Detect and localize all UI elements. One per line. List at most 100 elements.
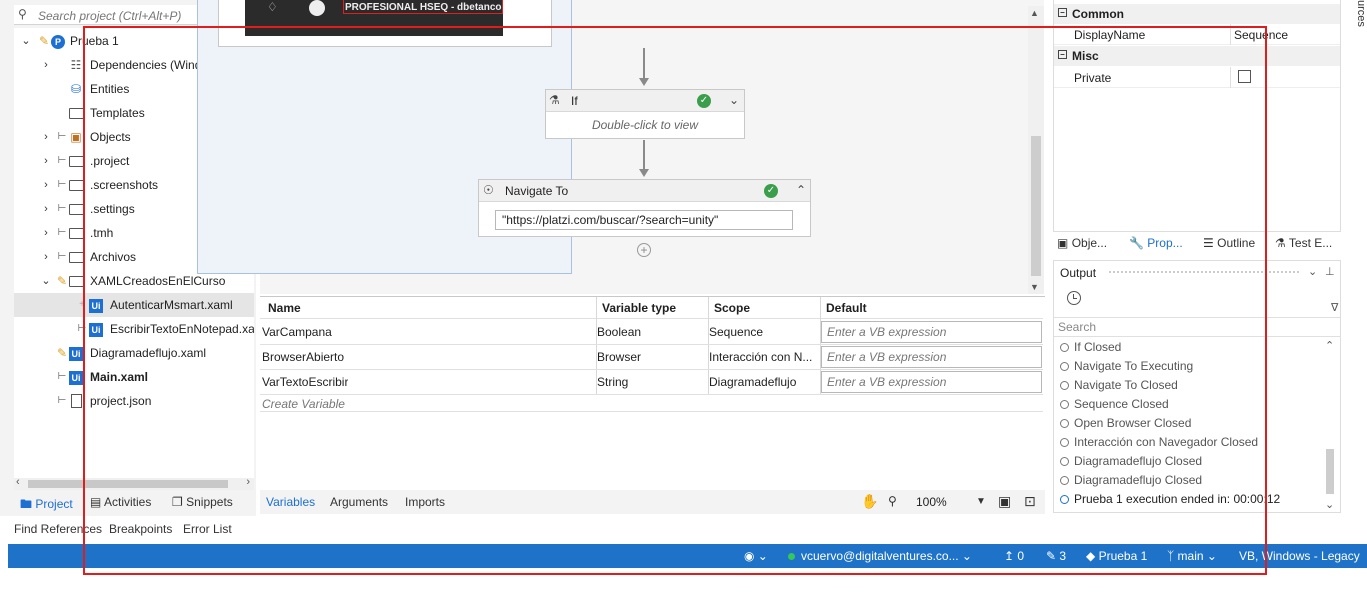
add-activity-icon[interactable]: + <box>637 243 651 257</box>
output-line[interactable]: Diagramadeflujo Closed <box>1060 454 1202 468</box>
tab-properties[interactable]: 🔧 Prop... <box>1129 236 1183 250</box>
tab-find-references[interactable]: Find References <box>14 522 102 536</box>
property-row-private[interactable]: Private <box>1054 67 1340 88</box>
navigate-url-input[interactable]: "https://platzi.com/buscar/?search=unity… <box>495 210 793 230</box>
variable-name[interactable]: VarTextoEscribir <box>262 375 348 389</box>
publish-status[interactable]: ↥ 0 <box>1004 549 1024 563</box>
column-header-type[interactable]: Variable type <box>602 301 676 315</box>
tab-breakpoints[interactable]: Breakpoints <box>109 522 172 536</box>
variable-row[interactable]: BrowserAbierto Browser Interacción con N… <box>260 345 1043 370</box>
chevron-right-icon[interactable]: › <box>40 221 52 245</box>
project-tree-scrollbar[interactable]: ‹ › <box>14 476 254 490</box>
collapse-icon[interactable]: – <box>1058 50 1067 59</box>
filter-icon[interactable]: ∇ <box>1331 301 1338 314</box>
fit-to-screen-icon[interactable]: ▣ <box>998 493 1011 510</box>
tree-item-autenticar[interactable]: + Ui AutenticarMsmart.xaml <box>14 293 254 317</box>
chevron-right-icon[interactable]: › <box>40 245 52 269</box>
pending-changes[interactable]: ✎ 3 <box>1046 549 1066 563</box>
output-scrollbar[interactable]: ⌃ ⌄ <box>1324 339 1336 511</box>
variable-type[interactable]: Browser <box>597 350 641 364</box>
displayname-input[interactable]: Sequence <box>1234 28 1288 42</box>
chevron-right-icon[interactable]: › <box>40 173 52 197</box>
output-line[interactable]: Navigate To Closed <box>1060 378 1178 392</box>
variable-name[interactable]: VarCampana <box>262 325 332 339</box>
chevron-down-icon[interactable]: ⌄ <box>1308 265 1317 278</box>
timestamp-toggle-icon[interactable] <box>1067 291 1081 305</box>
variable-scope[interactable]: Sequence <box>709 325 817 339</box>
variable-scope[interactable]: Diagramadeflujo <box>709 375 817 389</box>
output-line[interactable]: If Closed <box>1060 340 1121 354</box>
variable-default-input[interactable]: Enter a VB expression <box>821 346 1042 368</box>
collapse-icon[interactable]: ⌃ <box>796 183 806 197</box>
property-category-common[interactable]: – Common <box>1054 4 1340 24</box>
zoom-dropdown-icon[interactable]: ▼ <box>976 496 986 507</box>
output-line[interactable]: Navigate To Executing <box>1060 359 1193 373</box>
designer-scrollbar[interactable]: ▲ ▼ <box>1028 6 1044 294</box>
scrollbar-thumb[interactable] <box>28 480 228 488</box>
output-line[interactable]: Open Browser Closed <box>1060 416 1191 430</box>
tab-activities[interactable]: ▤ Activities <box>90 495 151 509</box>
tab-error-list[interactable]: Error List <box>183 522 232 536</box>
chevron-down-icon[interactable]: ⌄ <box>1325 498 1334 511</box>
panel-grip[interactable] <box>1109 271 1299 275</box>
tab-test-explorer[interactable]: ⚗ Test E... <box>1275 236 1332 250</box>
zoom-search-icon[interactable]: ⚲ <box>888 494 897 508</box>
property-row-displayname[interactable]: DisplayName Sequence <box>1054 24 1340 45</box>
branch-status[interactable]: ᛉ main ⌄ <box>1167 549 1217 563</box>
tab-snippets[interactable]: ❐ Snippets <box>172 495 233 509</box>
column-header-scope[interactable]: Scope <box>714 301 750 315</box>
chevron-right-icon[interactable]: › <box>40 125 52 149</box>
output-line[interactable]: Interacción con Navegador Closed <box>1060 435 1258 449</box>
project-status[interactable]: ◆ Prueba 1 <box>1086 549 1147 563</box>
if-activity[interactable]: ⚗ If ✓ ⌄ Double-click to view <box>545 89 745 139</box>
tree-item-escribirtexto[interactable]: ⊢ Ui EscribirTextoEnNotepad.xaml <box>14 317 254 341</box>
chevron-right-icon[interactable]: › <box>40 149 52 173</box>
collapse-icon[interactable]: – <box>1058 8 1067 17</box>
variable-row[interactable]: VarCampana Boolean Sequence Enter a VB e… <box>260 320 1043 345</box>
chevron-down-icon[interactable]: ⌄ <box>20 29 32 53</box>
variable-type[interactable]: String <box>597 375 628 389</box>
chevron-right-icon[interactable]: › <box>40 197 52 221</box>
scrollbar-thumb[interactable] <box>1031 136 1041 276</box>
variable-name[interactable]: BrowserAbierto <box>262 350 344 364</box>
column-header-default[interactable]: Default <box>826 301 867 315</box>
variable-row[interactable]: VarTextoEscribir String Diagramadeflujo … <box>260 370 1043 395</box>
property-category-misc[interactable]: – Misc <box>1054 46 1340 66</box>
tree-item-diagramadeflujo[interactable]: ✎ Ui Diagramadeflujo.xaml <box>14 341 254 365</box>
chevron-up-icon[interactable]: ⌃ <box>1325 339 1334 352</box>
overview-icon[interactable]: ⊡ <box>1024 493 1036 510</box>
language-status[interactable]: VB, Windows - Legacy <box>1239 549 1360 563</box>
tab-variables[interactable]: Variables <box>266 495 315 509</box>
scroll-down-icon[interactable]: ▼ <box>1030 282 1039 292</box>
column-header-name[interactable]: Name <box>268 301 301 315</box>
user-status[interactable]: vcuervo@digitalventures.co... ⌄ <box>788 549 972 563</box>
output-line[interactable]: Prueba 1 execution ended in: 00:00:12 <box>1060 492 1280 506</box>
tab-outline[interactable]: ☰ Outline <box>1203 236 1255 250</box>
scrollbar-thumb[interactable] <box>1326 449 1334 494</box>
chevron-right-icon[interactable]: › <box>246 476 250 488</box>
pin-icon[interactable]: ⊥ <box>1325 265 1335 278</box>
output-line[interactable]: Diagramadeflujo Closed <box>1060 473 1202 487</box>
output-line[interactable]: Sequence Closed <box>1060 397 1169 411</box>
output-search-input[interactable]: Search <box>1054 317 1340 337</box>
expand-icon[interactable]: ⌄ <box>729 93 739 107</box>
variable-scope[interactable]: Interacción con N... <box>709 350 817 364</box>
variable-type[interactable]: Boolean <box>597 325 641 339</box>
tree-item-main[interactable]: ⊢ Ui Main.xaml <box>14 365 254 389</box>
tab-object-repository[interactable]: ▣ Obje... <box>1057 236 1107 250</box>
tab-project[interactable]: 🖿 Project <box>20 495 73 516</box>
create-variable-link[interactable]: Create Variable <box>262 397 345 411</box>
resources-side-tab[interactable]: urces <box>1350 0 1367 40</box>
tab-imports[interactable]: Imports <box>405 495 445 509</box>
private-checkbox[interactable] <box>1238 70 1251 83</box>
navigate-to-activity[interactable]: ☉ Navigate To ✓ ⌃ "https://platzi.com/bu… <box>478 179 811 237</box>
robot-status-icon[interactable]: ◉ ⌄ <box>744 549 768 563</box>
chevron-left-icon[interactable]: ‹ <box>16 476 20 488</box>
chevron-down-icon[interactable]: ⌄ <box>40 269 52 293</box>
chevron-right-icon[interactable]: › <box>40 53 52 77</box>
hand-pan-icon[interactable]: ✋ <box>861 493 878 510</box>
tree-item-project-json[interactable]: ⊢ project.json <box>14 389 254 413</box>
variable-default-input[interactable]: Enter a VB expression <box>821 371 1042 393</box>
zoom-level[interactable]: 100% <box>916 495 947 509</box>
tab-arguments[interactable]: Arguments <box>330 495 388 509</box>
